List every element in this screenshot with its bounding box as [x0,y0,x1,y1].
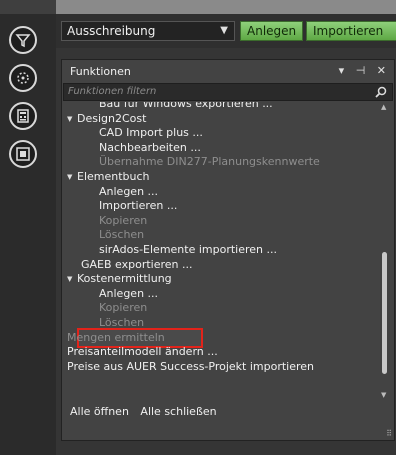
tree-item-label: Kostenermittlung [77,272,172,286]
tree-item-label: Nachbearbeiten ... [99,140,201,154]
importieren-button[interactable]: Importieren [306,21,396,41]
tree-item[interactable]: Nachbearbeiten ... [99,141,201,155]
top-strip [0,0,396,14]
tree-item-label: sirAdos-Elemente importieren ... [99,243,278,256]
tree-item-label: Elementbuch [77,170,150,183]
chevron-down-icon: ▼ [220,25,228,36]
tree-item[interactable]: Anlegen ... [99,185,158,199]
tree-item[interactable]: Importieren ... [99,199,177,213]
tree-item[interactable]: Mengen ermitteln [67,331,165,345]
tree-item[interactable]: sirAdos-Elemente importieren ... [99,243,277,257]
toolbar: Ausschreibung ▼ Anlegen Importieren [56,14,396,48]
tree-item[interactable]: Kopieren [99,214,147,228]
tree-item-label: Kopieren [99,213,148,227]
tree-item-label: Preise aus AUER Success-Projekt importie… [67,359,315,373]
tree-item[interactable]: Preisanteilmodell ändern ... [67,345,218,359]
tree-item-label: Anlegen ... [99,286,159,300]
tree-item[interactable]: Kopieren [99,301,147,315]
tree-item-label: Übernahme DIN277-Planungskennwerte [99,155,320,169]
functions-panel: Funktionen ▾ ⊣ ✕ Funktionen filtern Bau … [56,48,396,455]
search-icon[interactable] [374,85,388,99]
expand-caret-icon[interactable]: ▼ [67,170,77,184]
tree-group[interactable]: ▼ Design2Cost [67,112,146,126]
tree-group[interactable]: ▼ Kostenermittlung [67,272,172,286]
tree-item-label: Mengen ermitteln [67,330,165,344]
tree-item-label: Kopieren [99,301,148,315]
left-rail [0,14,56,455]
resize-grip-icon[interactable]: ⠿ [386,429,392,438]
top-strip-dark [0,0,56,14]
module-icon[interactable] [9,140,37,168]
mode-dropdown[interactable]: Ausschreibung ▼ [61,21,235,41]
tree-item-label: Bau für Windows exportieren ... [99,102,273,110]
panel-footer: Alle öffnen Alle schließen [70,405,225,418]
tree-item-label: Preisanteilmodell ändern ... [67,345,218,359]
scroll-up-icon[interactable]: ▲ [381,103,386,111]
filter-placeholder: Funktionen filtern [68,86,157,97]
tree-item[interactable]: Übernahme DIN277-Planungskennwerte [99,155,320,169]
panel-controls[interactable]: ▾ ⊣ ✕ [339,64,390,77]
workflow-icon[interactable] [9,26,37,54]
tree-item[interactable]: Löschen [99,316,144,330]
tree-item-label: Löschen [99,228,145,242]
expand-caret-icon[interactable]: ▼ [67,112,77,126]
tree-item-label: Importieren ... [99,199,178,213]
tree-item[interactable]: Bau für Windows exportieren ... [99,102,273,111]
expand-caret-icon[interactable]: ▼ [67,272,77,286]
tree-item-label: CAD Import plus ... [99,126,203,140]
tree-group[interactable]: ▼ Elementbuch [67,170,150,184]
tree-item[interactable]: Anlegen ... [99,287,158,301]
filter-input[interactable]: Funktionen filtern [63,83,393,101]
settings-icon[interactable] [9,64,37,92]
tree-item-label: GAEB exportieren ... [81,257,193,271]
tree-item-label: Löschen [99,316,145,329]
close-all-link[interactable]: Alle schließen [140,405,216,418]
function-tree: Bau für Windows exportieren ... ▼ Design2C… [63,102,377,400]
mode-dropdown-value: Ausschreibung [67,24,156,38]
tree-item-label: Anlegen ... [99,184,159,198]
tree-item-label: Design2Cost [77,111,147,125]
calculator-icon[interactable] [9,102,37,130]
panel-title: Funktionen [70,65,131,78]
tree-item[interactable]: Löschen [99,228,144,242]
scroll-thumb[interactable] [382,252,387,374]
anlegen-button[interactable]: Anlegen [240,21,304,41]
scrollbar[interactable]: ▲ ▼ [378,102,392,400]
scroll-down-icon[interactable]: ▼ [381,391,386,399]
functions-panel-frame: Funktionen ▾ ⊣ ✕ Funktionen filtern Bau … [61,59,395,441]
tree-item[interactable]: Preise aus AUER Success-Projekt importie… [67,360,314,374]
open-all-link[interactable]: Alle öffnen [70,405,129,418]
tree-item[interactable]: GAEB exportieren ... [81,258,193,272]
tree-item[interactable]: CAD Import plus ... [99,126,203,140]
